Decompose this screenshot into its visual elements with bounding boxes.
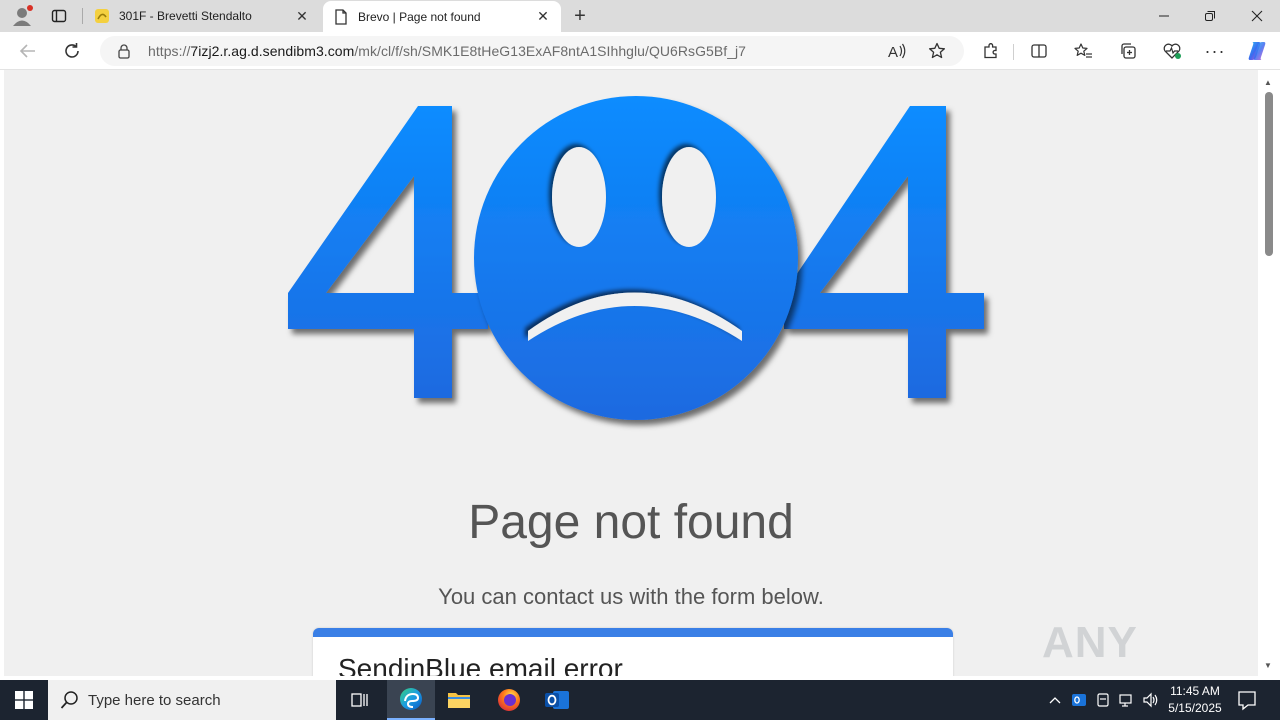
watermark-text: ANY RUN [1042,618,1139,676]
collections-icon [1121,43,1136,59]
copilot-icon [1248,42,1266,60]
close-window-button[interactable] [1234,0,1280,32]
minimize-button[interactable] [1141,0,1187,32]
scrollbar-thumb[interactable] [1265,92,1273,256]
restore-icon [1205,11,1215,21]
clock-time: 11:45 AM [1170,684,1220,698]
sad-face-icon [474,96,798,420]
taskbar-edge[interactable] [387,680,435,720]
settings-menu-button[interactable]: ··· [1200,37,1230,65]
face-eye-right [662,147,716,247]
browser-toolbar: https://7izj2.r.ag.d.sendibm3.com/mk/cl/… [0,32,1280,70]
taskbar-outlook[interactable] [533,680,581,720]
taskbar-firefox[interactable] [485,680,533,720]
toolbar-separator [1013,44,1014,60]
split-screen-button[interactable] [1024,37,1054,65]
vertical-scrollbar[interactable]: ▲ ▼ [1258,70,1280,676]
tab-separator [82,8,83,24]
favorites-button[interactable] [1068,37,1098,65]
volume-icon[interactable] [1141,690,1161,710]
back-arrow-icon [19,44,35,58]
refresh-icon [65,43,79,58]
tab-close-icon[interactable]: ✕ [533,7,553,27]
taskbar-file-explorer[interactable] [435,680,483,720]
form-card-title: SendinBlue email error [338,653,623,676]
profile-button[interactable] [8,4,36,28]
puzzle-icon [984,43,997,59]
task-view-button[interactable] [336,680,384,720]
tab-actions-icon [51,9,67,23]
anyrun-watermark: ANY RUN [1042,610,1242,676]
taskbar-search[interactable]: Type here to search [48,680,336,720]
tab-brevo[interactable]: Brevo | Page not found ✕ [323,1,561,32]
firefox-icon [498,689,520,711]
more-icon: ··· [1204,40,1226,61]
tray-device-icon[interactable] [1093,690,1113,710]
tab-title: Brevo | Page not found [358,9,481,24]
url-text[interactable]: https://7izj2.r.ag.d.sendibm3.com/mk/cl/… [148,43,746,59]
scroll-down-icon[interactable]: ▼ [1264,661,1272,670]
url-scheme: https:// [148,43,191,59]
plus-icon: + [574,4,586,27]
restore-button[interactable] [1187,0,1233,32]
taskbar-clock[interactable]: 11:45 AM 5/15/2025 [1160,683,1230,717]
copilot-button[interactable] [1242,37,1272,65]
face-eye-left [552,147,606,247]
back-button[interactable] [13,37,43,65]
minimize-icon [1159,15,1169,17]
contact-form-card: SendinBlue email error [313,628,953,676]
collections-button[interactable] [1113,37,1143,65]
site-favicon-icon [94,8,110,24]
page-subtitle: You can contact us with the form below. [438,584,824,609]
tray-overflow-icon[interactable] [1045,690,1065,710]
digit-four-right [784,106,984,398]
tab-strip: 301F - Brevetti Stendalto ✕ Brevo | Page… [0,0,1280,32]
address-bar[interactable]: https://7izj2.r.ag.d.sendibm3.com/mk/cl/… [100,36,964,66]
task-view-icon [351,693,368,707]
clock-date: 5/15/2025 [1168,701,1222,715]
favorites-list-icon [1074,43,1092,58]
extensions-button[interactable] [976,37,1006,65]
new-tab-button[interactable]: + [566,4,594,28]
search-icon [60,691,78,709]
browser-viewport: Page not found You can contact us with t… [0,70,1280,680]
notification-icon [1238,691,1256,711]
read-aloud-icon: A [888,43,906,60]
digit-four-left [288,106,488,398]
heart-pulse-icon [1163,43,1181,59]
tab-title: 301F - Brevetti Stendalto [119,9,252,23]
folder-icon [448,693,470,708]
windows-taskbar: Type here to search 11:45 AM 5/15/2025 [0,680,1280,720]
tab-brevetti[interactable]: 301F - Brevetti Stendalto ✕ [84,0,320,32]
star-icon [928,42,946,59]
outlook-icon [545,691,569,709]
url-path: /mk/cl/f/sh/SMK1E8tHeG13ExAF8ntA1SIhhglu… [354,43,747,59]
edge-icon [400,688,422,710]
favorite-button[interactable] [926,41,948,61]
browser-essentials-button[interactable] [1157,37,1187,65]
refresh-button[interactable] [57,37,87,65]
page-favicon-icon [333,8,349,25]
network-icon[interactable] [1117,690,1137,710]
lock-icon[interactable] [116,43,132,59]
split-screen-icon [1031,44,1047,58]
read-aloud-button[interactable]: A [886,41,908,61]
page-content: Page not found You can contact us with t… [4,70,1258,676]
tab-close-icon[interactable]: ✕ [292,6,312,26]
svg-text:A: A [888,44,898,60]
tab-actions-button[interactable] [44,4,74,28]
search-placeholder: Type here to search [88,691,221,709]
scroll-up-icon[interactable]: ▲ [1264,78,1272,87]
windows-logo-icon [15,691,33,709]
error-404-graphic [288,96,984,420]
start-button[interactable] [0,680,48,720]
notifications-button[interactable] [1234,688,1260,712]
page-title: Page not found [468,496,794,549]
close-icon [1251,10,1263,22]
tray-outlook-icon[interactable] [1069,690,1089,710]
profile-icon [13,5,33,26]
url-host: 7izj2.r.ag.d.sendibm3.com [190,43,355,59]
